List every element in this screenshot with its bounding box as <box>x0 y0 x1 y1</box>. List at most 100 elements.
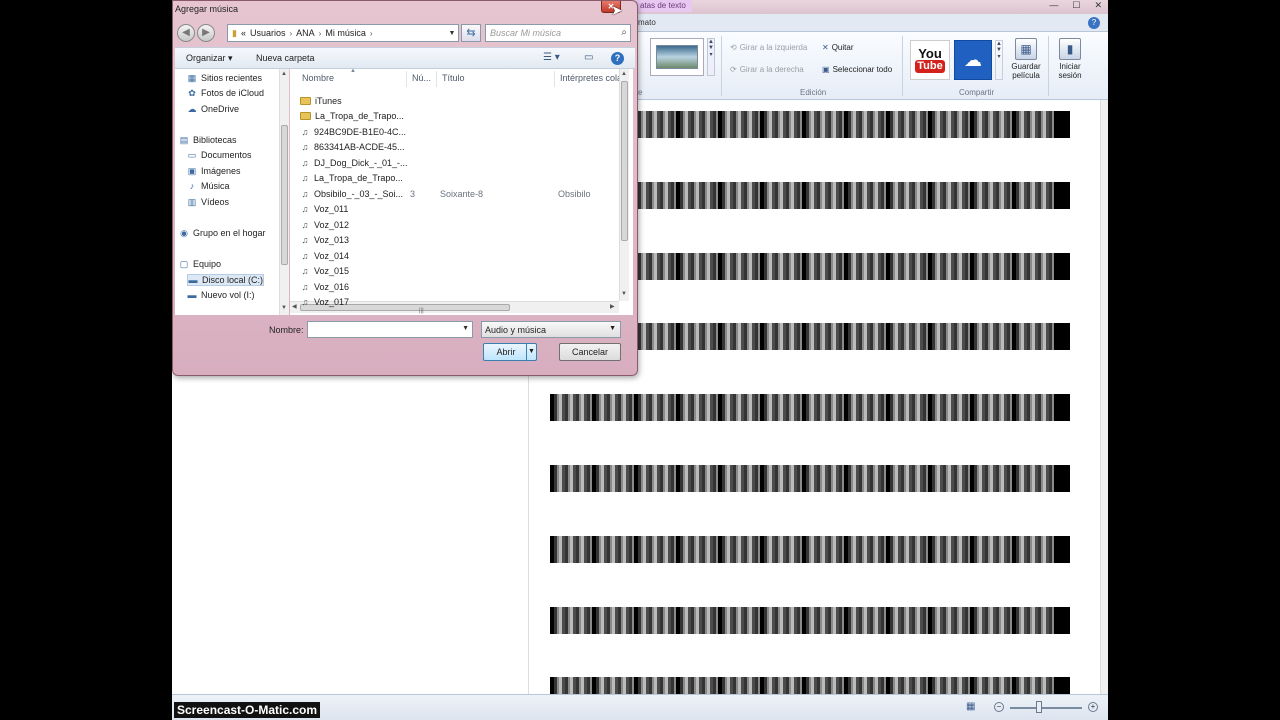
open-button[interactable]: Abrir ▼ <box>483 343 537 361</box>
file-row[interactable]: ♫ Voz_013 <box>300 233 620 248</box>
storyboard-clip-strip[interactable] <box>550 606 1070 634</box>
minimize-button[interactable]: — <box>1049 0 1058 11</box>
file-name-dropdown-icon[interactable]: ▼ <box>462 325 469 332</box>
file-row[interactable]: ♫ Voz_012 <box>300 217 620 232</box>
storyboard-clip-strip[interactable] <box>550 535 1070 563</box>
file-name-input[interactable]: ▼ <box>307 321 473 338</box>
view-options-icon[interactable]: ☰ ▾ <box>543 52 560 63</box>
search-input[interactable]: Buscar Mi música ⌕ <box>485 24 631 42</box>
organize-button[interactable]: Organizar ▾ <box>186 53 233 64</box>
nav-item-im-genes[interactable]: ▣ Imágenes <box>187 166 241 176</box>
breadcrumb-usuarios[interactable]: Usuarios <box>250 28 286 38</box>
file-name: Obsibilo_-_03_-_Soi... <box>314 188 404 199</box>
nav-item-sitios-recientes[interactable]: ▦ Sitios recientes <box>187 73 262 83</box>
file-list-vscroll-thumb[interactable] <box>621 81 628 241</box>
scroll-up-icon[interactable]: ▲ <box>621 71 627 77</box>
nav-item-fotos-de-icloud[interactable]: ✿ Fotos de iCloud <box>187 88 264 98</box>
scroll-down-icon[interactable]: ▼ <box>621 291 627 297</box>
clip-frame-thumbnail <box>638 111 676 138</box>
nav-item-documentos[interactable]: ▭ Documentos <box>187 150 252 160</box>
nav-scroll-thumb[interactable] <box>281 125 288 265</box>
clip-frame-thumbnail <box>974 465 1012 492</box>
onedrive-share-button[interactable]: ☁ <box>954 40 992 80</box>
cancel-button[interactable]: Cancelar <box>559 343 621 361</box>
file-row[interactable]: ♫ DJ_Dog_Dick_-_01_-... <box>300 155 620 170</box>
rotate-left-button[interactable]: ⟲ Girar a la izquierda <box>730 43 807 52</box>
help-icon[interactable]: ? <box>1088 17 1100 29</box>
clip-frame-thumbnail <box>554 394 592 422</box>
maximize-button[interactable]: ☐ <box>1072 0 1080 11</box>
nav-item-m-sica[interactable]: ♪ Música <box>187 181 230 191</box>
nav-item-onedrive[interactable]: ☁ OneDrive <box>187 104 240 114</box>
gallery-scroll[interactable]: ▲ ▼ ▾ <box>707 38 715 76</box>
file-row[interactable]: ♫ Voz_011 <box>300 202 620 217</box>
breadcrumb-mi-musica[interactable]: Mi música <box>325 28 366 38</box>
scroll-down-icon[interactable]: ▼ <box>281 305 287 311</box>
rotate-left-icon: ⟲ <box>730 43 737 52</box>
scroll-left-icon[interactable]: ◀ <box>292 303 297 310</box>
column-header-name[interactable]: Nombre <box>302 73 334 83</box>
file-row[interactable]: La_Tropa_de_Trapo... <box>300 109 620 124</box>
youtube-button[interactable]: You Tube <box>910 40 950 80</box>
nav-item-grupo-en-el-hogar[interactable]: ◉ Grupo en el hogar <box>179 228 266 238</box>
nav-item-v-deos[interactable]: ▥ Vídeos <box>187 197 229 207</box>
rotate-left-label: Girar a la izquierda <box>739 43 808 52</box>
storyboard-scrollbar[interactable] <box>1100 100 1108 694</box>
storyboard-clip-strip[interactable] <box>550 394 1070 422</box>
rotate-right-button[interactable]: ⟳ Girar a la derecha <box>730 65 804 74</box>
new-folder-button[interactable]: Nueva carpeta <box>256 53 315 63</box>
clip-frame-thumbnail <box>848 606 886 634</box>
tab-format[interactable]: mato <box>638 18 656 27</box>
file-row[interactable]: ♫ Voz_015 <box>300 264 620 279</box>
file-row[interactable]: ♫ La_Tropa_de_Trapo... <box>300 171 620 186</box>
remove-button[interactable]: ✕ Quitar <box>822 43 854 52</box>
zoom-slider-thumb[interactable] <box>1036 701 1042 713</box>
back-button[interactable]: ◀ <box>177 24 195 42</box>
close-button[interactable]: ✕ <box>1094 0 1102 11</box>
file-list-vscrollbar[interactable]: ▲ ▼ <box>619 69 629 301</box>
address-overflow[interactable]: « <box>241 28 246 38</box>
file-row[interactable]: ♫ 924BC9DE-B1E0-4C... <box>300 124 620 139</box>
select-all-button[interactable]: ▣ Seleccionar todo <box>822 65 892 74</box>
clip-frame-thumbnail <box>806 535 844 563</box>
nav-item-bibliotecas[interactable]: ▤ Bibliotecas <box>179 135 237 145</box>
dialog-help-icon[interactable]: ? <box>611 52 624 65</box>
nav-pane-scrollbar[interactable]: ▲ ▼ <box>279 69 289 315</box>
open-options-dropdown-icon[interactable]: ▼ <box>526 344 536 360</box>
breadcrumb-ana[interactable]: ANA <box>296 28 315 38</box>
audio-file-icon: ♫ <box>301 173 309 183</box>
scroll-up-icon[interactable]: ▲ <box>281 71 287 77</box>
clip-frame-thumbnail <box>890 394 928 422</box>
file-type-select[interactable]: Audio y música ▼ <box>481 321 621 338</box>
column-header-title[interactable]: Título <box>442 73 465 83</box>
refresh-button[interactable]: ⇆ <box>461 24 481 42</box>
thumbnail-size-icon[interactable]: ▦ <box>966 701 975 712</box>
nav-item-nuevo-vol-i[interactable]: ▬ Nuevo vol (I:) <box>187 290 255 300</box>
preview-pane-icon[interactable]: ▭ <box>584 52 593 63</box>
sign-in-button[interactable]: ▮ Iniciar sesión <box>1050 38 1090 80</box>
file-artist: Obsibilo <box>558 188 591 199</box>
file-row[interactable]: ♫ Voz_016 <box>300 279 620 294</box>
effect-thumbnail[interactable] <box>656 45 698 69</box>
file-row[interactable]: ♫ Voz_017 <box>300 295 620 310</box>
file-row[interactable]: ♫ Obsibilo_-_03_-_Soi... 3 Soixante-8 Obsibi… <box>300 186 620 201</box>
file-row[interactable]: iTunes <box>300 93 620 108</box>
column-header-number[interactable]: Nú... <box>412 73 431 83</box>
text-tools-context-tab[interactable]: atas de texto <box>634 0 692 12</box>
address-dropdown-icon[interactable]: ▼ <box>446 30 458 37</box>
file-row[interactable]: ♫ Voz_014 <box>300 248 620 263</box>
address-bar[interactable]: ▮ « Usuarios › ANA › Mi música › ▼ <box>227 24 459 42</box>
nav-item-equipo[interactable]: ▢ Equipo <box>179 259 221 269</box>
zoom-in-button[interactable]: + <box>1088 702 1098 712</box>
clip-frame-thumbnail <box>680 606 718 634</box>
search-icon: ⌕ <box>621 27 627 38</box>
forward-button[interactable]: ▶ <box>197 24 215 42</box>
share-gallery-scroll[interactable]: ▲ ▼ ▾ <box>995 40 1003 80</box>
zoom-out-button[interactable]: − <box>994 702 1004 712</box>
zoom-slider-track[interactable] <box>1010 707 1082 709</box>
visual-effect-gallery[interactable] <box>650 38 704 76</box>
save-movie-button[interactable]: ▦ Guardar película <box>1006 38 1046 80</box>
storyboard-clip-strip[interactable] <box>550 465 1070 492</box>
nav-item-disco-local-c[interactable]: ▬ Disco local (C:) <box>187 274 265 286</box>
file-row[interactable]: ♫ 863341AB-ACDE-45... <box>300 140 620 155</box>
